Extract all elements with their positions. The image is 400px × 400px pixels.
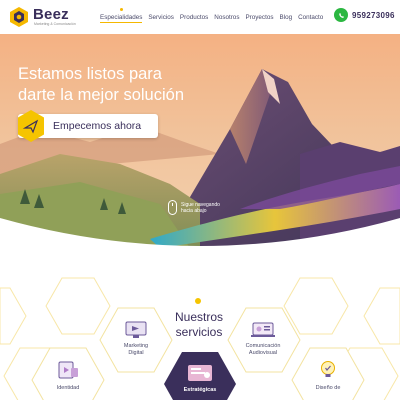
nav-item-contacto[interactable]: Contacto xyxy=(298,14,323,21)
brand-logo[interactable]: Beez Marketing & Comunicación xyxy=(8,5,78,29)
cta-button[interactable]: Empecemos ahora xyxy=(18,110,158,142)
nav-item-nosotros[interactable]: Nosotros xyxy=(214,14,239,21)
marketing-icon xyxy=(125,321,147,338)
services-heading-line-2: servicios xyxy=(175,325,223,339)
service-card-estrategicas[interactable]: Estratégicas xyxy=(176,362,224,394)
scroll-hint-line-2: hacia abajo xyxy=(181,207,207,214)
hero-heading-line-1: Estamos listos para xyxy=(18,65,162,83)
service-card-diseno[interactable]: Diseño de xyxy=(304,358,352,392)
service-card-audiovisual[interactable]: Comunicación Audiovisual xyxy=(238,320,288,356)
service-label-audiovisual: Comunicación Audiovisual xyxy=(238,343,288,356)
main-nav: Especialidades Servicios Productos Nosot… xyxy=(100,0,323,34)
service-card-marketing[interactable]: Marketing Digital xyxy=(114,320,158,356)
hero-banner: Estamos listos para darte la mejor soluc… xyxy=(0,34,400,248)
heading-accent-dot xyxy=(195,298,201,304)
service-label-identidad: Identidad xyxy=(46,385,90,392)
scroll-down-hint[interactable]: Sigue navegando hacia abajo xyxy=(168,200,241,215)
bulb-icon xyxy=(321,361,335,377)
service-label-estrategicas: Estratégicas xyxy=(176,387,224,394)
service-marketing-line-2: Digital xyxy=(128,349,144,356)
service-label-diseno: Diseño de xyxy=(304,385,352,392)
cta-button-label: Empecemos ahora xyxy=(53,120,142,132)
service-diseno-line-1: Diseño de xyxy=(315,385,341,391)
brand-name: Beez xyxy=(33,6,69,23)
services-section: Nuestros servicios Marketing Digital Com… xyxy=(0,248,400,400)
services-heading-line-1: Nuestros xyxy=(174,310,224,324)
nav-item-proyectos[interactable]: Proyectos xyxy=(245,14,273,21)
service-audiovisual-line-1: Comunicación xyxy=(245,343,281,349)
phone-number: 959273096 xyxy=(352,10,395,20)
hero-heading: Estamos listos para darte la mejor soluc… xyxy=(18,64,238,106)
service-label-marketing: Marketing Digital xyxy=(114,343,158,356)
identity-icon xyxy=(58,361,78,379)
service-identidad-line-1: Identidad xyxy=(56,385,80,391)
site-header: Beez Marketing & Comunicación Especialid… xyxy=(0,0,400,34)
services-heading: Nuestros servicios xyxy=(166,310,232,340)
brand-tagline: Marketing & Comunicación xyxy=(34,22,76,26)
whatsapp-contact[interactable]: 959273096 xyxy=(334,8,395,22)
nav-item-especialidades[interactable]: Especialidades xyxy=(100,7,143,23)
video-icon xyxy=(251,322,275,337)
nav-item-servicios[interactable]: Servicios xyxy=(148,14,174,21)
service-audiovisual-line-2: Audiovisual xyxy=(248,349,278,356)
scroll-hint-text: Sigue navegando hacia abajo xyxy=(181,202,241,214)
service-estrategicas-line-1: Estratégicas xyxy=(183,387,217,393)
whatsapp-icon xyxy=(334,8,348,22)
hero-heading-line-2: darte la mejor solución xyxy=(18,86,184,104)
strategy-icon xyxy=(188,365,212,381)
nav-item-productos[interactable]: Productos xyxy=(180,14,208,21)
bee-logo-icon xyxy=(10,7,28,27)
service-card-identidad[interactable]: Identidad xyxy=(46,358,90,392)
mouse-scroll-icon xyxy=(168,200,177,215)
hexagon-send-icon xyxy=(18,110,44,142)
nav-item-blog[interactable]: Blog xyxy=(279,14,292,21)
service-marketing-line-1: Marketing xyxy=(123,343,149,349)
